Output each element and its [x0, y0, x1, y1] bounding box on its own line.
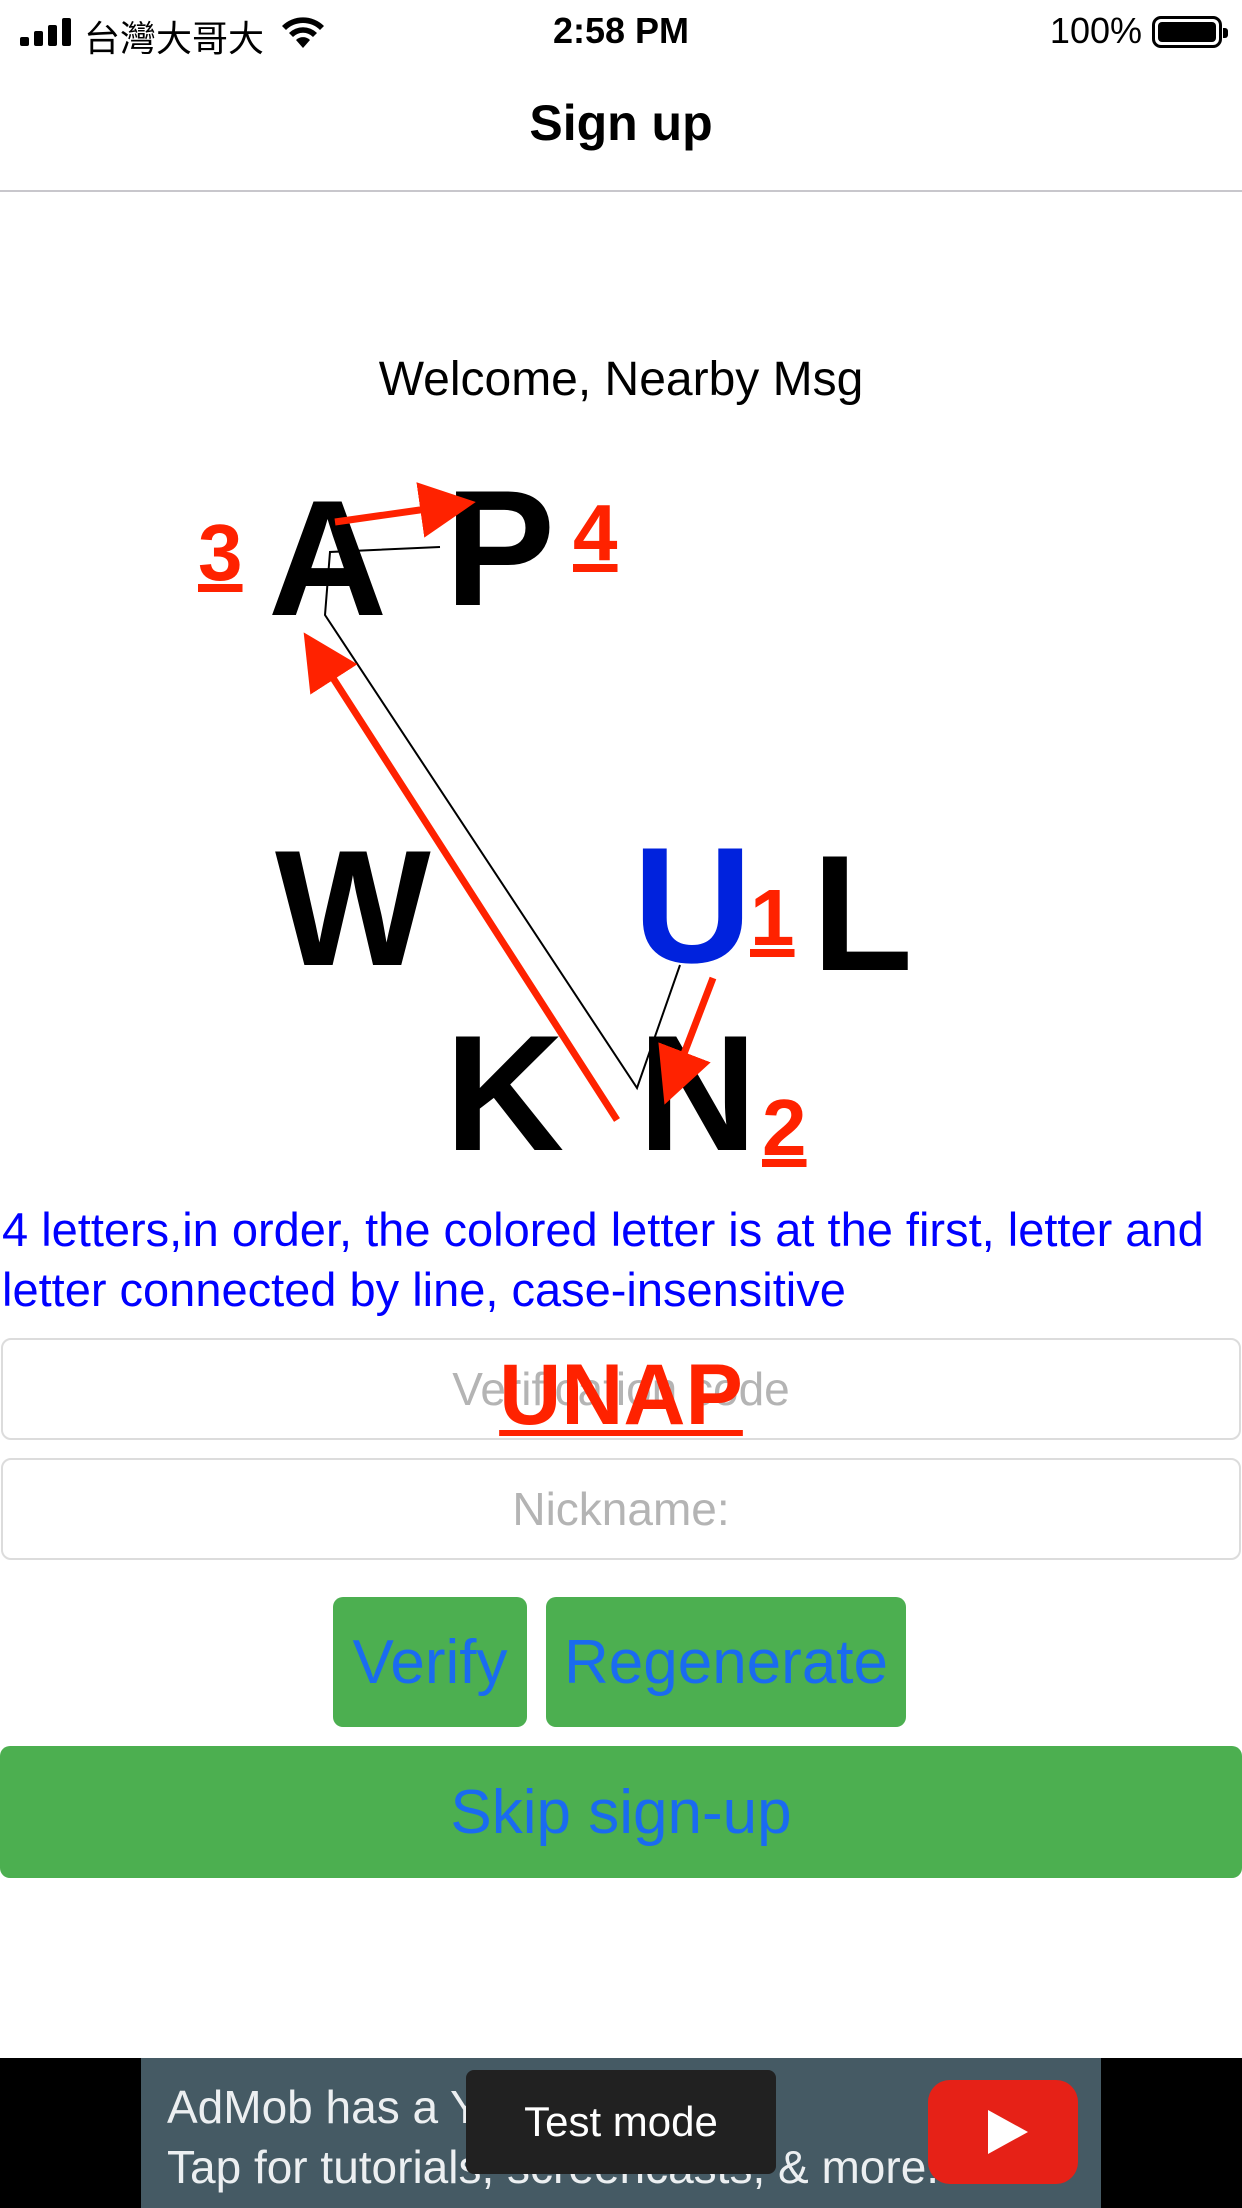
navigation-bar: Sign up	[0, 64, 1242, 192]
battery-percent: 100%	[1049, 10, 1142, 51]
skip-signup-button[interactable]: Skip sign-up	[0, 1746, 1242, 1878]
captcha-letter-w: W	[275, 816, 431, 1000]
regenerate-button[interactable]: Regenerate	[546, 1597, 906, 1727]
captcha-letter-a: A	[268, 466, 387, 650]
test-mode-label: Test mode	[466, 2070, 776, 2174]
captcha-letter-p: P	[445, 456, 555, 640]
nickname-field[interactable]	[1, 1458, 1241, 1560]
verify-button[interactable]: Verify	[333, 1597, 527, 1727]
captcha-letter-l: L	[812, 821, 913, 1005]
annotation-number-4: 4	[573, 488, 618, 577]
annotation-number-3: 3	[198, 508, 243, 597]
annotation-number-1: 1	[750, 873, 795, 962]
captcha-letter-u: U	[633, 813, 752, 997]
battery-icon	[1152, 16, 1228, 48]
annotation-number-2: 2	[762, 1083, 807, 1172]
youtube-play-icon[interactable]	[928, 2080, 1078, 2184]
captcha-image: A P W U L K N 1 2 3 4	[198, 456, 913, 1180]
ad-headline: AdMob has a Yo	[167, 2081, 503, 2133]
verification-code-field[interactable]	[1, 1338, 1241, 1440]
nickname-input[interactable]	[3, 1460, 1239, 1558]
welcome-text: Welcome, Nearby Msg	[378, 353, 864, 406]
page-title: Sign up	[529, 95, 713, 151]
status-bar: 台灣大哥大 2:58 PM 100%	[0, 0, 1242, 64]
captcha-letter-k: K	[445, 1001, 564, 1180]
captcha-instructions: 4 letters,in order, the colored letter i…	[2, 1203, 1204, 1316]
verification-code-input[interactable]	[3, 1340, 1239, 1438]
